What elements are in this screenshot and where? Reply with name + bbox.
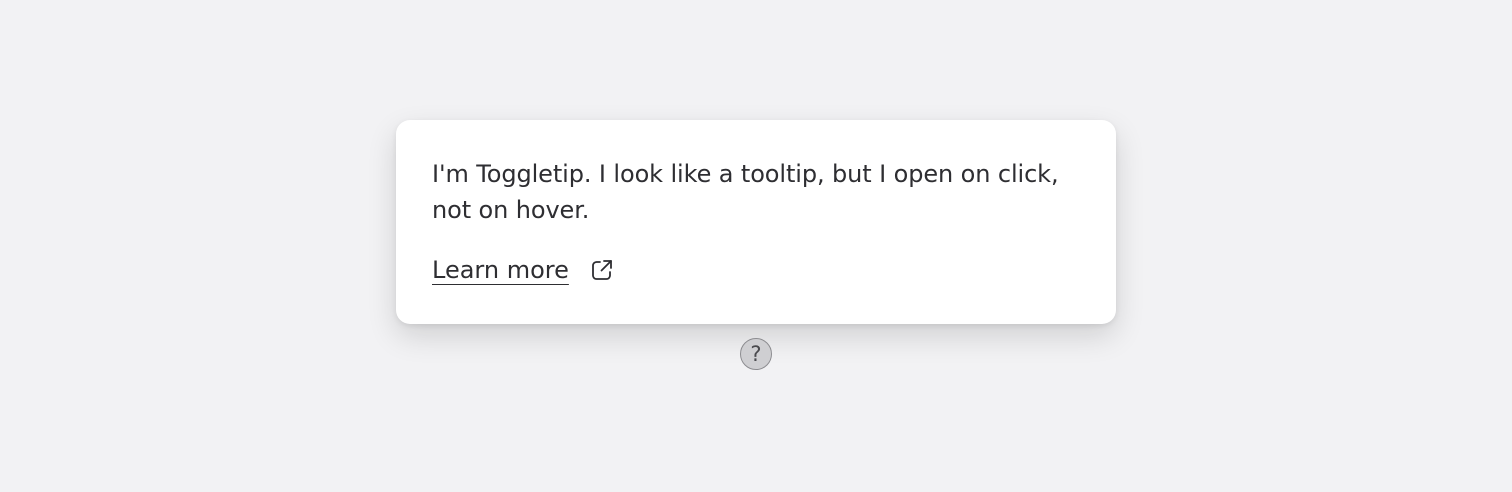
external-link-icon[interactable] [589, 257, 615, 283]
question-mark-icon: ? [750, 342, 762, 366]
help-toggle-button[interactable]: ? [740, 338, 772, 370]
learn-more-row: Learn more [432, 252, 1080, 288]
toggletip-popover: I'm Toggletip. I look like a tooltip, bu… [396, 120, 1116, 324]
toggletip-text: I'm Toggletip. I look like a tooltip, bu… [432, 160, 1059, 224]
learn-more-link[interactable]: Learn more [432, 255, 569, 285]
